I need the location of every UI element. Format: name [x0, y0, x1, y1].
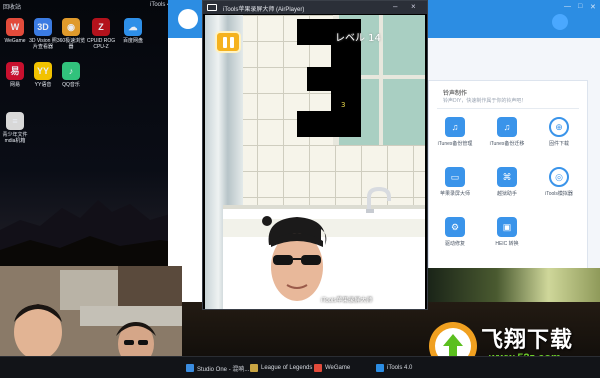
tool-label: iTools模拟器 — [545, 191, 573, 197]
itools-sidebar — [168, 38, 204, 302]
tool-item[interactable]: ▭ 苹果录屏大师 — [435, 167, 475, 197]
minimize-icon[interactable]: — — [564, 3, 571, 10]
close-icon[interactable]: × — [411, 2, 416, 11]
desktop-icon[interactable]: ≡ 青少年文件 mdia机箱 — [0, 112, 30, 144]
minimize-icon[interactable]: – — [393, 2, 397, 11]
airplayer-window: iTools苹果录屏大师 (AirPlayer) – × 3 レベル 14 iT… — [202, 0, 428, 310]
game-screen[interactable]: 3 レベル 14 iTools苹果录屏大师 — [205, 15, 425, 309]
taskbar-item-label: WeGame — [325, 365, 351, 371]
taskbar-app-icon — [250, 364, 258, 372]
tool-icon: ♫ — [445, 117, 465, 137]
taskbar-app-icon — [376, 364, 384, 372]
desktop-app-icon: Z — [92, 18, 110, 36]
taskbar-item-label: League of Legends — [261, 365, 313, 371]
tool-label: 越狱助手 — [496, 191, 517, 197]
desktop-icon-label: 网易 — [9, 82, 20, 88]
tool-label: iTunes备份管理 — [437, 141, 473, 147]
tool-item[interactable]: ◎ iTools模拟器 — [539, 167, 579, 197]
desktop-icon[interactable]: ♪ QQ音乐 — [56, 62, 86, 88]
desktop-icon-label: WeGame — [4, 38, 26, 44]
desktop-icon-label: YY语音 — [34, 82, 52, 88]
tool-item[interactable]: ⊕ 固件下载 — [539, 117, 579, 147]
taskbar: Studio One - 混响... League of Legends WeGam… — [0, 356, 600, 378]
desktop-app-icon: ♪ — [62, 62, 80, 80]
tool-icon: ⊕ — [549, 117, 569, 137]
taskbar-item[interactable]: iTools 4.0 — [376, 362, 412, 374]
desktop-app-icon: ☁ — [124, 18, 142, 36]
tool-icon: ♫ — [497, 117, 517, 137]
tool-icon: ⌘ — [497, 167, 517, 187]
desktop-icon-label: 百度网盘 — [122, 38, 143, 44]
tool-item[interactable]: ▣ HEIC 转换 — [487, 217, 527, 247]
tool-item[interactable]: ⌘ 越狱助手 — [487, 167, 527, 197]
desktop-icon[interactable]: YY YY语音 — [28, 62, 58, 88]
tool-label: 驱动修复 — [444, 241, 465, 247]
desktop-app-icon: ≡ — [6, 112, 24, 130]
desktop-app-icon: W — [6, 18, 24, 36]
desktop-icon[interactable]: 易网易 — [0, 62, 30, 88]
desktop-icon[interactable]: 3D 3D Vision 照片查看器 — [28, 18, 58, 50]
desktop-icon[interactable]: W WeGame — [0, 18, 30, 44]
taskbar-app-icon — [314, 364, 322, 372]
recycle-bin-label[interactable]: 回收站 — [3, 2, 21, 11]
desktop-icon-label: CPUID ROG CPU-Z — [86, 38, 116, 50]
airplayer-app-icon — [207, 4, 217, 11]
desktop-icon[interactable]: ☁ 百度网盘 — [118, 18, 148, 44]
taskbar-app-icon — [186, 364, 194, 372]
toolbox-panel: 铃声制作 铃声DIY，快速制作属于你的铃声吧！ ♫ iTunes备份管理 ♫ iTun… — [428, 80, 588, 270]
taskbar-item-label: Studio One - 混响... — [197, 366, 250, 373]
desktop-app-icon: 易 — [6, 62, 24, 80]
level-label: レベル 14 — [335, 33, 381, 44]
panel-subtitle: 铃声DIY，快速制作属于你的铃声吧！ — [443, 98, 527, 104]
desktop-icon-label: 3D Vision 照片查看器 — [29, 38, 57, 50]
desktop-app-icon: 3D — [34, 18, 52, 36]
tool-icon: ⚙ — [445, 217, 465, 237]
desktop-app-icon: YY — [34, 62, 52, 80]
airplayer-watermark: iTools苹果录屏大师 — [321, 298, 373, 304]
download-icon[interactable] — [552, 14, 568, 30]
tool-item[interactable]: ♫ iTunes备份迁移 — [487, 117, 527, 147]
desktop-icon-label: QQ音乐 — [62, 82, 80, 88]
desktop-icon[interactable]: Z CPUID ROG CPU-Z — [86, 18, 116, 50]
desktop-app-icon: ◉ — [62, 18, 80, 36]
tool-icon: ◎ — [549, 167, 569, 187]
tool-icon: ▭ — [445, 167, 465, 187]
desktop-icon-label: 360极速浏览器 — [56, 38, 86, 50]
pause-button[interactable] — [215, 31, 241, 53]
site-name: 飞翔下载 — [481, 328, 574, 353]
taskbar-item[interactable]: League of Legends — [250, 362, 312, 374]
panel-divider — [437, 108, 579, 109]
tool-item[interactable]: ⚙ 驱动修复 — [435, 217, 475, 247]
maximize-icon[interactable]: □ — [578, 3, 582, 10]
taskbar-item[interactable]: WeGame — [314, 362, 350, 374]
panel-title: 铃声制作 — [443, 91, 468, 97]
tool-label: 固件下载 — [548, 141, 569, 147]
countdown-text: 3 — [341, 101, 345, 109]
faucet-icon — [366, 187, 391, 213]
tool-icon: ▣ — [497, 217, 517, 237]
banner-image — [428, 268, 600, 302]
tool-label: iTunes备份迁移 — [489, 141, 525, 147]
tool-item[interactable]: ♫ iTunes备份管理 — [435, 117, 475, 147]
itools-logo-icon — [178, 9, 198, 29]
desktop-icon-label: 青少年文件 mdia机箱 — [2, 132, 28, 144]
desktop-icon[interactable]: ◉ 360极速浏览器 — [56, 18, 86, 50]
taskbar-item[interactable]: Studio One - 混响... — [186, 362, 249, 374]
tool-label: 苹果录屏大师 — [439, 191, 470, 197]
taskbar-item-label: iTools 4.0 — [387, 365, 413, 371]
tool-label: HEIC 转换 — [495, 241, 519, 247]
airplayer-title: iTools苹果录屏大师 (AirPlayer) — [223, 7, 305, 13]
airplayer-titlebar: iTools苹果录屏大师 (AirPlayer) – × — [203, 1, 427, 14]
close-icon[interactable]: ✕ — [590, 3, 596, 11]
